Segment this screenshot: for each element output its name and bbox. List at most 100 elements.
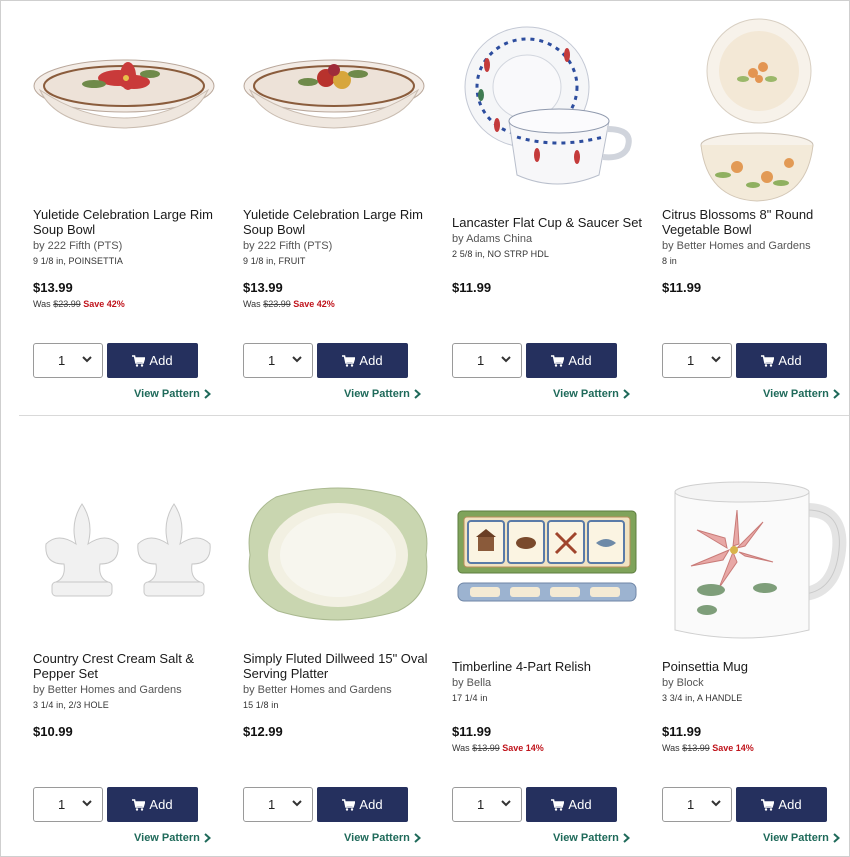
chevron-right-icon <box>204 833 211 843</box>
product-price: $10.99 <box>33 724 73 739</box>
product-row: Country Crest Cream Salt & Pepper Set by… <box>1 453 850 857</box>
chevron-right-icon <box>833 833 840 843</box>
chevron-right-icon <box>623 389 630 399</box>
save-badge: Save 42% <box>293 299 335 309</box>
product-spec: 9 1/8 in, POINSETTIA <box>33 256 124 266</box>
chevron-down-icon <box>292 356 302 363</box>
product-image-poinsettia-mug[interactable] <box>662 467 850 652</box>
product-image-relish-tray[interactable] <box>452 499 642 614</box>
view-pattern-link[interactable]: View Pattern <box>344 832 421 844</box>
view-pattern-link[interactable]: View Pattern <box>553 388 630 400</box>
product-spec: 3 3/4 in, A HANDLE <box>662 693 743 703</box>
product-price: $11.99 <box>662 724 702 739</box>
quantity-select[interactable]: 1 <box>243 787 313 822</box>
quantity-value: 1 <box>268 353 276 368</box>
product-brand: by 222 Fifth (PTS) <box>33 240 123 252</box>
product-spec: 2 5/8 in, NO STRP HDL <box>452 249 549 259</box>
view-pattern-link[interactable]: View Pattern <box>344 388 421 400</box>
product-image-cup-and-saucer[interactable] <box>452 17 642 202</box>
save-badge: Save 42% <box>83 299 125 309</box>
chevron-down-icon <box>501 356 511 363</box>
product-title[interactable]: Yuletide Celebration Large Rim Soup Bowl <box>243 207 438 237</box>
product-card: Poinsettia Mug by Block 3 3/4 in, A HAND… <box>662 453 850 853</box>
quantity-value: 1 <box>477 353 485 368</box>
product-card: Yuletide Celebration Large Rim Soup Bowl… <box>243 9 443 409</box>
view-pattern-link[interactable]: View Pattern <box>763 388 840 400</box>
add-label: Add <box>568 797 592 812</box>
product-title[interactable]: Timberline 4-Part Relish <box>452 659 647 674</box>
was-price-line: Was $13.99 Save 14% <box>662 743 754 753</box>
product-brand: by Adams China <box>452 233 533 245</box>
cart-icon <box>342 798 356 811</box>
product-image-poinsettia-rim-bowl[interactable] <box>29 31 219 161</box>
product-brand: by 222 Fifth (PTS) <box>243 240 333 252</box>
quantity-value: 1 <box>268 797 276 812</box>
product-image-green-oval-platter[interactable] <box>243 473 433 633</box>
product-card: Yuletide Celebration Large Rim Soup Bowl… <box>33 9 233 409</box>
product-title[interactable]: Simply Fluted Dillweed 15" Oval Serving … <box>243 651 438 681</box>
cart-icon <box>551 798 565 811</box>
chevron-right-icon <box>414 389 421 399</box>
add-label: Add <box>778 797 802 812</box>
product-spec: 9 1/8 in, FRUIT <box>243 256 306 266</box>
quantity-value: 1 <box>687 797 695 812</box>
product-image-citrus-vegetable-bowl[interactable] <box>662 17 850 202</box>
product-price: $12.99 <box>243 724 283 739</box>
product-title[interactable]: Yuletide Celebration Large Rim Soup Bowl <box>33 207 228 237</box>
chevron-down-icon <box>82 356 92 363</box>
add-to-cart-button[interactable]: Add <box>526 787 617 822</box>
add-label: Add <box>149 797 173 812</box>
product-image-fleur-de-lis-shakers[interactable] <box>33 483 223 623</box>
product-spec: 3 1/4 in, 2/3 HOLE <box>33 700 109 710</box>
product-brand: by Bella <box>452 677 492 689</box>
quantity-value: 1 <box>477 797 485 812</box>
chevron-down-icon <box>711 800 721 807</box>
add-to-cart-button[interactable]: Add <box>526 343 617 378</box>
product-price: $11.99 <box>452 280 492 295</box>
was-price-line: Was $13.99 Save 14% <box>452 743 544 753</box>
view-pattern-link[interactable]: View Pattern <box>134 832 211 844</box>
add-to-cart-button[interactable]: Add <box>107 343 198 378</box>
row-divider <box>19 415 849 416</box>
quantity-select[interactable]: 1 <box>452 787 522 822</box>
product-brand: by Better Homes and Gardens <box>33 684 182 696</box>
product-title[interactable]: Country Crest Cream Salt & Pepper Set <box>33 651 228 681</box>
product-spec: 15 1/8 in <box>243 700 279 710</box>
was-price-line: Was $23.99 Save 42% <box>33 299 125 309</box>
quantity-value: 1 <box>58 797 66 812</box>
product-image-fruit-rim-bowl[interactable] <box>239 31 429 161</box>
view-pattern-link[interactable]: View Pattern <box>134 388 211 400</box>
product-title[interactable]: Poinsettia Mug <box>662 659 850 674</box>
product-price: $13.99 <box>33 280 73 295</box>
add-to-cart-button[interactable]: Add <box>736 787 827 822</box>
product-card: Lancaster Flat Cup & Saucer Set by Adams… <box>452 9 652 409</box>
quantity-select[interactable]: 1 <box>33 787 103 822</box>
product-price: $11.99 <box>452 724 492 739</box>
quantity-select[interactable]: 1 <box>662 787 732 822</box>
product-card: Country Crest Cream Salt & Pepper Set by… <box>33 453 233 853</box>
product-brand: by Block <box>662 677 704 689</box>
add-to-cart-button[interactable]: Add <box>317 787 408 822</box>
product-card: Simply Fluted Dillweed 15" Oval Serving … <box>243 453 443 853</box>
was-price-line: Was $23.99 Save 42% <box>243 299 335 309</box>
product-title[interactable]: Lancaster Flat Cup & Saucer Set <box>452 215 647 230</box>
quantity-select[interactable]: 1 <box>452 343 522 378</box>
add-to-cart-button[interactable]: Add <box>736 343 827 378</box>
add-label: Add <box>359 797 383 812</box>
quantity-select[interactable]: 1 <box>33 343 103 378</box>
quantity-select[interactable]: 1 <box>662 343 732 378</box>
add-to-cart-button[interactable]: Add <box>317 343 408 378</box>
quantity-select[interactable]: 1 <box>243 343 313 378</box>
cart-icon <box>761 798 775 811</box>
product-row: Yuletide Celebration Large Rim Soup Bowl… <box>1 9 850 439</box>
product-title[interactable]: Citrus Blossoms 8" Round Vegetable Bowl <box>662 207 850 237</box>
product-brand: by Better Homes and Gardens <box>662 240 811 252</box>
view-pattern-link[interactable]: View Pattern <box>763 832 840 844</box>
was-price: $23.99 <box>53 299 81 309</box>
product-card: Timberline 4-Part Relish by Bella 17 1/4… <box>452 453 652 853</box>
add-to-cart-button[interactable]: Add <box>107 787 198 822</box>
add-label: Add <box>568 353 592 368</box>
product-price: $11.99 <box>662 280 702 295</box>
chevron-down-icon <box>292 800 302 807</box>
view-pattern-link[interactable]: View Pattern <box>553 832 630 844</box>
